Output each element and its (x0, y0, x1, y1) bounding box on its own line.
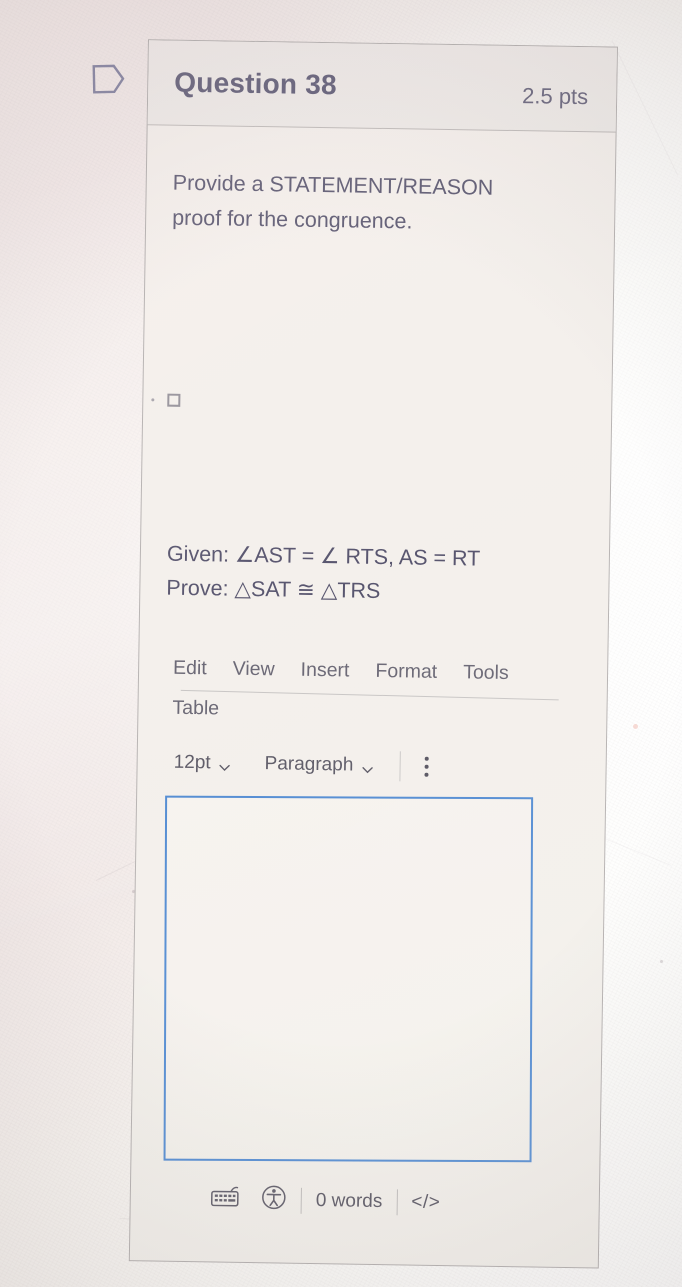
photo-vignette (0, 0, 682, 1287)
photo-of-screen: Question 38 2.5 pts Provide a STATEMENT/… (0, 0, 682, 1287)
